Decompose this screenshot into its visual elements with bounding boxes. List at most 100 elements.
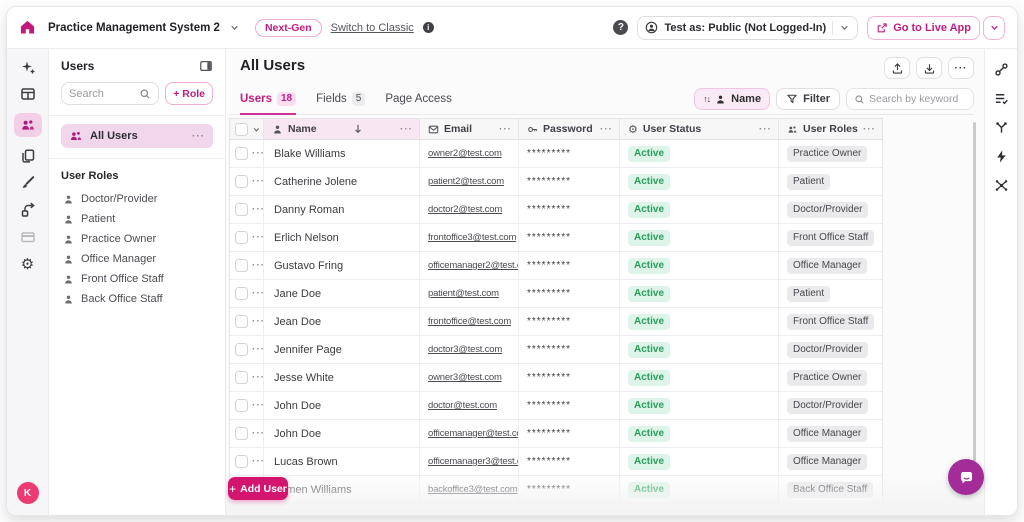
workflow-icon[interactable]	[14, 202, 42, 218]
row-menu-dots[interactable]: ···	[252, 372, 264, 383]
column-header-user-status[interactable]: ⚙ User Status ···	[620, 119, 779, 140]
user-avatar[interactable]: K	[17, 482, 39, 504]
column-menu-dots[interactable]: ···	[600, 124, 613, 135]
sidebar-search-input[interactable]	[69, 88, 139, 100]
go-to-live-app-button[interactable]: Go to Live App	[867, 16, 980, 40]
role-label: Patient	[81, 213, 115, 225]
email-link[interactable]: frontoffice@test.com	[428, 316, 511, 327]
email-link[interactable]: frontoffice3@test.com	[428, 232, 516, 243]
keyword-search-input[interactable]	[869, 93, 966, 105]
tab-fields[interactable]: Fields 5	[316, 92, 365, 115]
row-checkbox[interactable]	[235, 175, 248, 188]
column-menu-dots[interactable]: ···	[499, 124, 512, 135]
sidebar-role-item[interactable]: Patient	[61, 209, 213, 229]
data-network-icon[interactable]	[991, 177, 1011, 193]
sidebar-role-item[interactable]: Practice Owner	[61, 229, 213, 249]
test-as-dropdown[interactable]: Test as: Public (Not Logged-In)	[637, 16, 858, 40]
email-link[interactable]: officemanager3@test.com	[428, 456, 519, 467]
row-menu-dots[interactable]: ···	[252, 176, 264, 187]
live-app-chevron-button[interactable]	[983, 16, 1005, 40]
row-menu-dots[interactable]: ···	[252, 288, 264, 299]
column-menu-dots[interactable]: ···	[400, 124, 413, 135]
select-all-checkbox[interactable]	[235, 123, 248, 136]
row-menu-dots[interactable]: ···	[252, 400, 264, 411]
row-menu-dots[interactable]: ···	[252, 232, 264, 243]
sort-button[interactable]: ↑↓ Name	[694, 88, 770, 110]
column-header-user-roles[interactable]: User Roles ···	[779, 119, 882, 140]
vertical-scrollbar[interactable]	[973, 122, 976, 462]
row-checkbox[interactable]	[235, 511, 248, 512]
sidebar-role-item[interactable]: Office Manager	[61, 249, 213, 269]
settings-gear-icon[interactable]: ⚙	[14, 256, 42, 272]
filter-button[interactable]: Filter	[776, 88, 840, 110]
info-icon[interactable]: i	[423, 22, 434, 33]
pages-icon[interactable]	[14, 148, 42, 164]
chat-widget-button[interactable]	[948, 459, 984, 495]
keyword-search[interactable]	[846, 88, 974, 110]
row-menu-dots[interactable]: ···	[252, 344, 264, 355]
row-checkbox[interactable]	[235, 231, 248, 244]
row-menu-dots[interactable]: ···	[252, 428, 264, 439]
branch-split-icon[interactable]	[991, 119, 1011, 135]
sidebar-search[interactable]	[61, 82, 159, 105]
download-button[interactable]	[916, 57, 942, 79]
row-menu-dots[interactable]: ···	[252, 204, 264, 215]
column-header-email[interactable]: Email ···	[420, 119, 519, 140]
row-checkbox[interactable]	[235, 287, 248, 300]
status-badge: Active	[628, 454, 670, 470]
help-icon[interactable]: ?	[613, 20, 628, 35]
switch-to-classic-link[interactable]: Switch to Classic	[331, 22, 414, 34]
row-checkbox[interactable]	[235, 455, 248, 468]
email-link[interactable]: officemanager2@test.com	[428, 260, 519, 271]
tasks-list-check-icon[interactable]	[991, 90, 1011, 106]
email-link[interactable]: owner2@test.com	[428, 148, 502, 159]
column-header-name[interactable]: Name ···	[264, 119, 420, 140]
email-link[interactable]: doctor2@test.com	[428, 204, 502, 215]
users-icon[interactable]	[14, 113, 42, 137]
sparkles-icon[interactable]	[14, 59, 42, 75]
row-checkbox[interactable]	[235, 399, 248, 412]
sort-direction-arrow-icon[interactable]	[352, 123, 364, 135]
tab-page-access[interactable]: Page Access	[385, 92, 451, 115]
email-link[interactable]: doctor3@test.com	[428, 344, 502, 355]
row-menu-dots[interactable]: ···	[252, 260, 264, 271]
row-checkbox[interactable]	[235, 203, 248, 216]
integrations-link-icon[interactable]	[991, 61, 1011, 77]
sidebar-role-item[interactable]: Doctor/Provider	[61, 189, 213, 209]
payments-card-icon[interactable]	[14, 229, 42, 245]
all-users-menu-dots[interactable]: ···	[192, 131, 205, 142]
upload-button[interactable]	[884, 57, 910, 79]
row-menu-dots[interactable]: ···	[252, 316, 264, 327]
row-checkbox[interactable]	[235, 371, 248, 384]
row-menu-dots[interactable]: ···	[252, 148, 264, 159]
email-link[interactable]: officemanager@test.com	[428, 428, 519, 439]
row-checkbox[interactable]	[235, 147, 248, 160]
column-menu-dots[interactable]: ···	[759, 124, 772, 135]
email-link[interactable]: doctor@test.com	[428, 400, 497, 411]
tab-users[interactable]: Users 18	[240, 92, 296, 115]
email-link[interactable]: owner3@test.com	[428, 372, 502, 383]
quick-actions-bolt-icon[interactable]	[991, 148, 1011, 164]
email-link[interactable]: patient@test.com	[428, 288, 499, 299]
email-link[interactable]: patient2@test.com	[428, 176, 504, 187]
sidebar-role-item[interactable]: Front Office Staff	[61, 269, 213, 289]
collapse-panel-icon[interactable]	[199, 59, 213, 73]
more-actions-button[interactable]: ···	[948, 57, 974, 79]
add-user-button[interactable]: + Add User	[228, 477, 288, 500]
row-checkbox[interactable]	[235, 259, 248, 272]
data-table-icon[interactable]	[14, 86, 42, 102]
add-role-button[interactable]: + Role	[165, 82, 213, 105]
column-header-password[interactable]: Password ···	[519, 119, 620, 140]
column-menu-dots[interactable]: ···	[863, 124, 876, 135]
row-checkbox[interactable]	[235, 315, 248, 328]
home-icon[interactable]	[19, 19, 36, 36]
row-menu-dots[interactable]: ···	[252, 456, 264, 467]
email-link[interactable]: backoffice3@test.com	[428, 484, 517, 495]
theme-brush-icon[interactable]	[14, 175, 42, 191]
sidebar-item-all-users[interactable]: All Users ···	[61, 124, 213, 148]
select-menu-chevron-icon[interactable]	[252, 125, 261, 134]
row-checkbox[interactable]	[235, 343, 248, 356]
app-switcher-chevron-icon[interactable]	[229, 22, 240, 33]
row-checkbox[interactable]	[235, 427, 248, 440]
sidebar-role-item[interactable]: Back Office Staff	[61, 289, 213, 309]
